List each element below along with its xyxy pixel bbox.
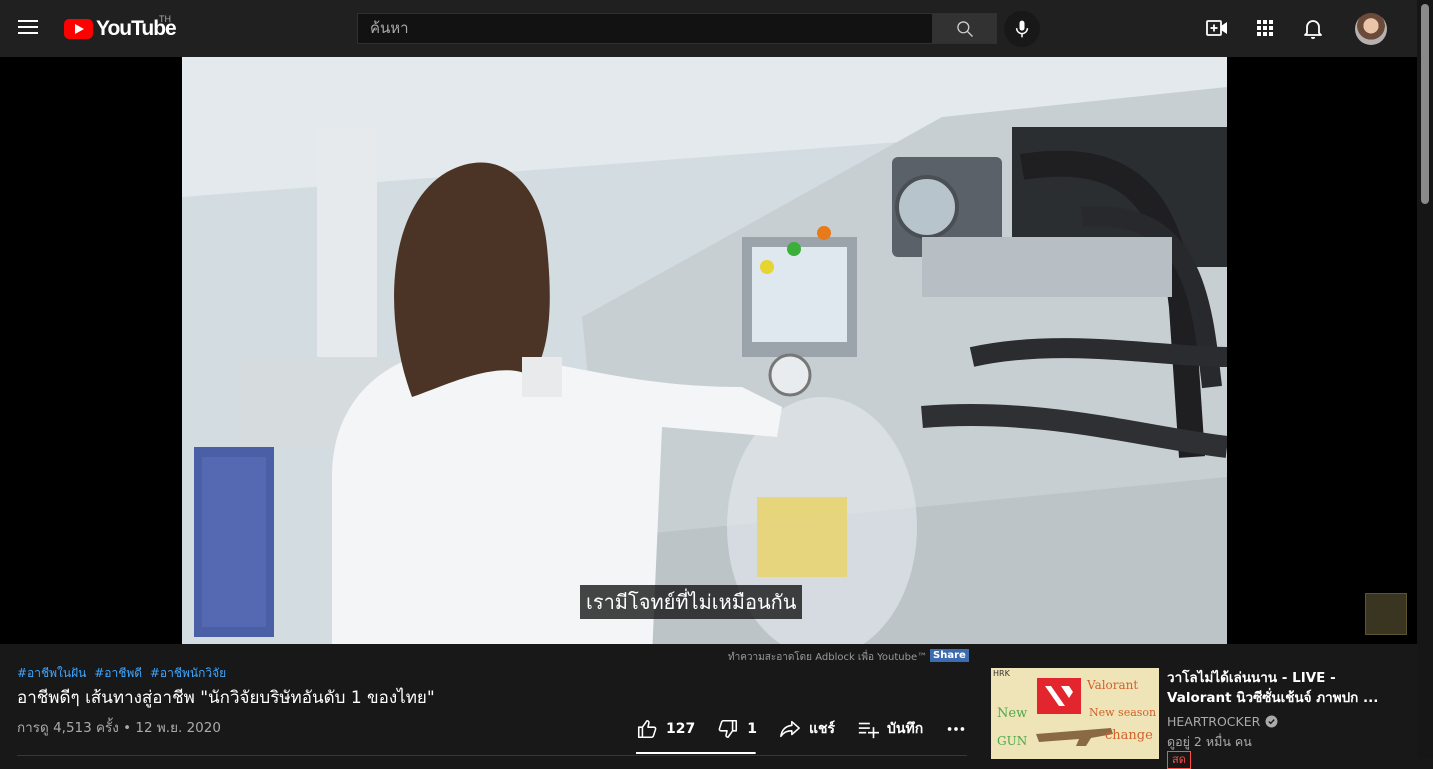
hashtag-link[interactable]: #อาชีพดี [94,666,142,680]
live-badge: สด [1167,751,1191,769]
recommended-channel-name: HEARTROCKER [1167,714,1261,729]
video-title: อาชีพดีๆ เส้นทางสู่อาชีพ "นักวิจัยบริษัท… [17,688,435,708]
apps-grid-icon[interactable] [1253,16,1277,40]
hamburger-menu-icon[interactable] [18,18,40,36]
recommended-viewers: ดูอยู่ 2 หมื่น คน [1167,734,1252,749]
notifications-bell-icon[interactable] [1301,16,1325,40]
playlist-add-icon [858,722,880,739]
hashtag-link[interactable]: #อาชีพในฝัน [17,666,86,680]
video-scene-image [182,57,1227,644]
top-bar: YouTube TH ค้นหา [0,0,1417,57]
share-button[interactable]: แชร์ [779,718,835,740]
search-input[interactable]: ค้นหา [357,13,933,44]
like-ratio-fill [636,752,755,754]
like-ratio-bar [636,752,756,754]
thumb-text: change [1105,728,1153,743]
country-code: TH [159,14,171,24]
thumb-text: New season [1089,706,1157,719]
recommended-video-title[interactable]: วาโลไม่ได้เล่นนาน - LIVE - Valorant นิวซ… [1167,668,1382,708]
hashtag-link[interactable]: #อาชีพนักวิจัย [150,666,226,680]
search-icon [957,21,973,37]
more-actions-button[interactable] [945,718,975,740]
create-video-icon[interactable] [1205,16,1229,40]
more-horizontal-icon [947,727,965,731]
thumb-corner-text: HRK [993,669,1010,678]
voice-search-button[interactable] [1004,11,1040,47]
video-view-count-date: การดู 4,513 ครั้ง • 12 พ.ย. 2020 [17,720,221,736]
dislike-button[interactable]: 1 [717,718,757,740]
microphone-icon [1015,20,1029,38]
share-arrow-icon [780,720,800,738]
hashtag-list: #อาชีพในฝัน #อาชีพดี #อาชีพนักวิจัย [17,664,230,683]
like-count: 127 [666,721,696,737]
save-button[interactable]: บันทึก [857,718,923,740]
save-label: บันทึก [887,721,924,737]
like-button[interactable]: 127 [636,718,695,740]
account-avatar[interactable] [1355,13,1387,45]
video-actions: 127 1 แชร์ บันทึก [636,716,997,742]
scrollbar-thumb[interactable] [1421,4,1429,204]
thumbs-down-icon [718,719,738,739]
video-player[interactable]: เรามีโจทย์ที่ไม่เหมือนกัน [0,57,1417,644]
adblock-notice: ทำความสะอาดโดย Adblock เพื่อ Youtube™ [728,652,928,663]
adblock-share-button[interactable]: Share [930,649,969,662]
search-button[interactable] [932,13,997,44]
share-label: แชร์ [808,721,836,737]
thumb-text: Valorant [1087,678,1139,692]
video-frame[interactable]: เรามีโจทย์ที่ไม่เหมือนกัน [182,57,1227,644]
youtube-play-icon [64,19,93,39]
info-divider [17,755,967,756]
thumb-text: GUN [997,734,1028,748]
dislike-count: 1 [747,721,757,737]
channel-watermark[interactable] [1365,593,1407,635]
page-scrollbar[interactable] [1417,0,1433,759]
caption-subtitle: เรามีโจทย์ที่ไม่เหมือนกัน [580,585,803,619]
verified-badge-icon [1265,715,1278,728]
thumbs-up-icon [637,719,657,739]
recommended-channel[interactable]: HEARTROCKER [1167,714,1278,729]
thumb-text: New [997,706,1028,721]
recommended-video-thumbnail[interactable]: HRK Valorant New season change New GUN [991,668,1159,759]
